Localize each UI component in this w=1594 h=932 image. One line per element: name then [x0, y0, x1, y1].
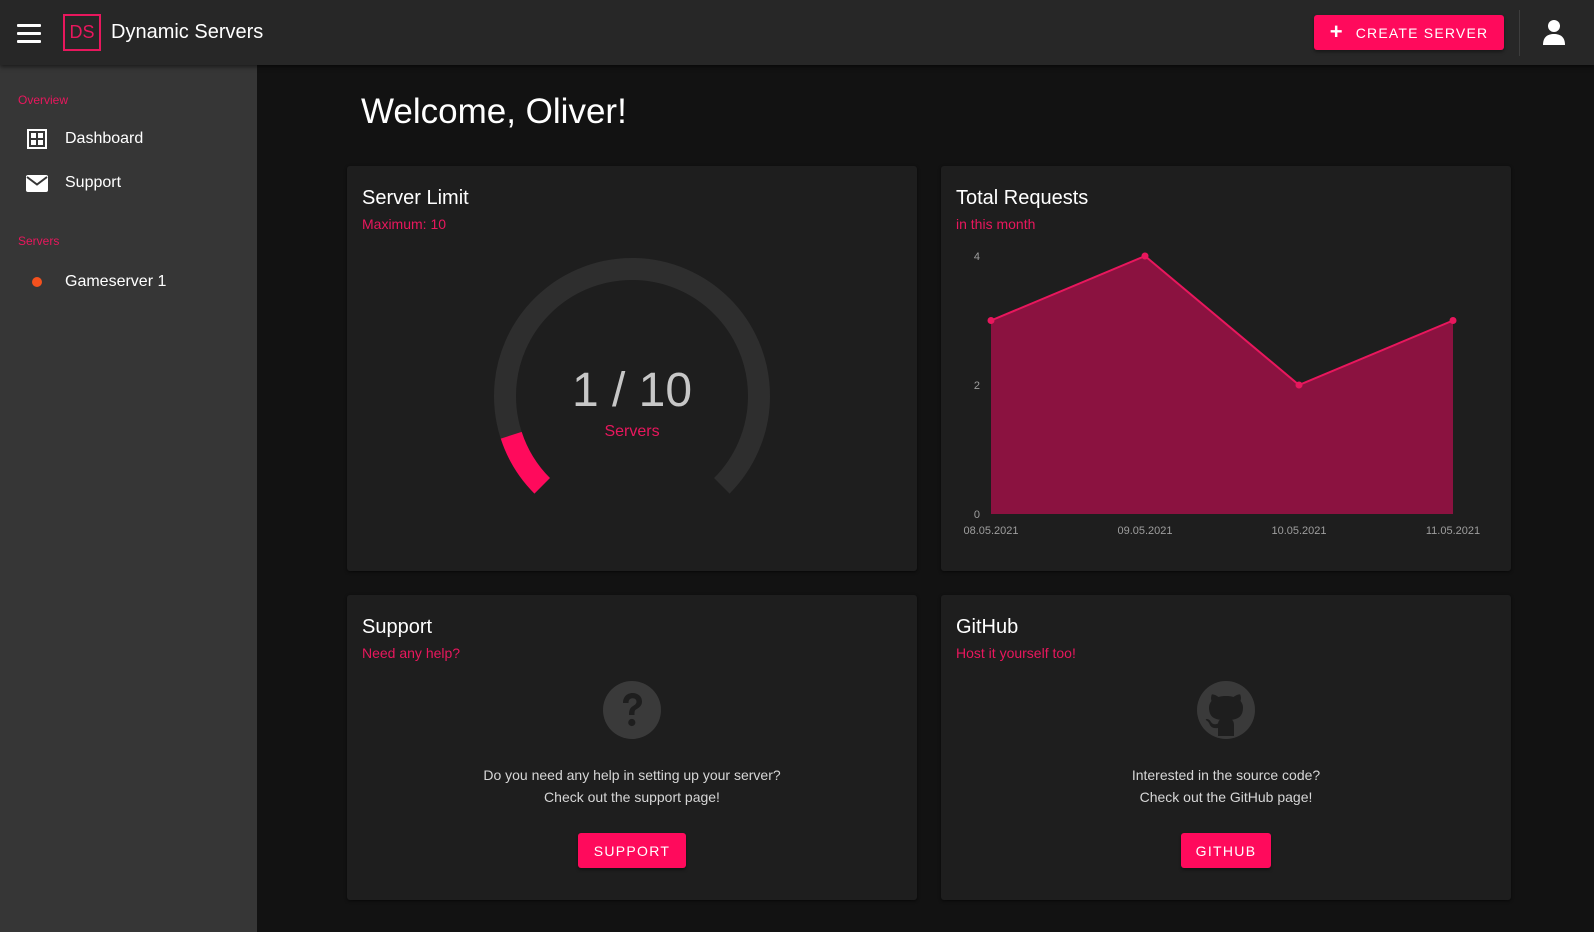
appbar-divider — [1519, 10, 1520, 56]
status-dot-icon — [26, 272, 48, 292]
x-tick-label: 09.05.2021 — [1117, 525, 1172, 537]
server-limit-gauge: 1 / 10 Servers — [494, 258, 770, 494]
data-point[interactable] — [1295, 381, 1303, 389]
support-card: Support Need any help? Do you need any h… — [347, 595, 917, 900]
gauge-value: 1 / 10 — [572, 364, 692, 417]
y-tick-label: 4 — [974, 251, 980, 263]
github-button[interactable]: GITHUB — [1181, 833, 1271, 868]
card-title: GitHub — [956, 616, 1019, 638]
sidebar-item-gameserver-1[interactable]: Gameserver 1 — [0, 262, 257, 302]
github-icon — [1196, 680, 1256, 740]
requests-area-chart: 0 2 4 08.05.2021 09.05.2021 10.05.2021 11.05.2… — [963, 251, 1480, 537]
data-point[interactable] — [1449, 317, 1457, 324]
github-text-line-2: Check out the GitHub page! — [1139, 789, 1313, 805]
menu-icon[interactable] — [14, 18, 44, 48]
support-text-line-2: Check out the support page! — [544, 789, 720, 805]
sidebar: Overview Dashboard Support Servers Games… — [0, 65, 257, 932]
create-server-label: CREATE SERVER — [1355, 24, 1489, 41]
account-icon[interactable] — [1540, 18, 1568, 46]
server-limit-card: Server Limit Maximum: 10 1 / 10 Servers — [347, 166, 917, 571]
card-subtitle: Need any help? — [362, 645, 461, 661]
app-bar: DS Dynamic Servers + CREATE SERVER — [0, 0, 1594, 65]
y-tick-label: 2 — [974, 380, 980, 392]
sidebar-section-servers: Servers — [18, 234, 60, 248]
gauge-fill — [500, 431, 551, 494]
area-fill — [991, 256, 1453, 514]
gauge-unit: Servers — [604, 423, 659, 440]
x-tick-label: 11.05.2021 — [1426, 525, 1480, 537]
data-point[interactable] — [987, 317, 995, 324]
page-title: Welcome, Oliver! — [361, 92, 627, 131]
sidebar-item-label: Support — [65, 174, 122, 191]
sidebar-item-dashboard[interactable]: Dashboard — [0, 119, 257, 159]
create-server-button[interactable]: + CREATE SERVER — [1314, 15, 1504, 50]
y-tick-label: 0 — [974, 509, 980, 521]
sidebar-item-label: Gameserver 1 — [65, 273, 167, 290]
support-text-line-1: Do you need any help in setting up your … — [483, 767, 781, 783]
data-point[interactable] — [1141, 252, 1149, 260]
sidebar-section-overview: Overview — [18, 93, 69, 107]
envelope-icon — [26, 173, 48, 193]
github-text-line-1: Interested in the source code? — [1131, 767, 1321, 783]
plus-icon: + — [1329, 18, 1344, 44]
support-button[interactable]: SUPPORT — [578, 833, 686, 868]
sidebar-item-label: Dashboard — [65, 130, 144, 147]
card-subtitle: Host it yourself too! — [956, 645, 1076, 661]
question-circle-icon — [602, 680, 662, 740]
app-title: Dynamic Servers — [111, 21, 264, 43]
dashboard-grid-icon — [26, 129, 48, 149]
card-title: Support — [362, 616, 433, 638]
sidebar-item-support[interactable]: Support — [0, 163, 257, 203]
x-tick-label: 08.05.2021 — [963, 525, 1018, 537]
app-logo[interactable]: DS — [63, 14, 101, 51]
total-requests-card: Total Requests in this month 0 2 4 08.05.20… — [941, 166, 1511, 571]
x-tick-label: 10.05.2021 — [1271, 525, 1326, 537]
github-card: GitHub Host it yourself too! Interested … — [941, 595, 1511, 900]
